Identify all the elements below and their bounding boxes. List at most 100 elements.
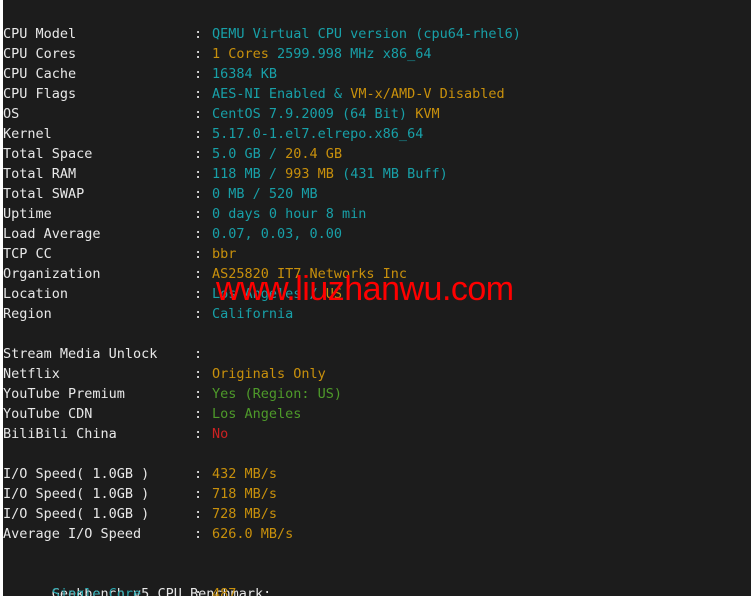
info-row-value: 0.07, 0.03, 0.00 xyxy=(212,224,342,244)
info-row-colon: : xyxy=(194,286,203,302)
info-row-colon: : xyxy=(194,306,203,322)
info-row-value: AS25820 IT7 Networks Inc xyxy=(212,264,407,284)
value-segment: 20.4 GB xyxy=(285,146,343,162)
info-row-label: I/O Speed( 1.0GB ) xyxy=(3,466,150,482)
separator-line: - - - - - - - - - - - - - - - - - - - - … xyxy=(3,544,751,564)
value-segment: AES-NI Enabled xyxy=(212,86,334,102)
info-row-value: Los Angeles xyxy=(212,404,301,424)
info-row: BiliBili China: No xyxy=(3,424,751,444)
info-row-label: CPU Flags xyxy=(3,86,77,102)
info-row-colon: : xyxy=(194,506,203,522)
info-row-label: TCP CC xyxy=(3,246,52,262)
info-row-label: Organization xyxy=(3,266,101,282)
info-row: CPU Cores:1 Cores 2599.998 MHz x86_64 xyxy=(3,44,751,64)
info-row-label: Single Core xyxy=(3,586,142,596)
info-row-colon: : xyxy=(194,406,203,422)
value-segment: / xyxy=(268,146,286,162)
info-row: OS: CentOS 7.9.2009 (64 Bit) KVM xyxy=(3,104,751,124)
value-segment: Los Angeles / xyxy=(212,286,326,302)
value-segment: KVM xyxy=(415,106,440,122)
info-row-label: BiliBili China xyxy=(3,426,117,442)
info-row-colon: : xyxy=(194,426,203,442)
info-row-colon: : xyxy=(194,246,203,262)
info-row-value: CentOS 7.9.2009 (64 Bit) KVM xyxy=(212,104,440,124)
info-row-label: Total RAM xyxy=(3,166,77,182)
info-row-value: 0 days 0 hour 8 min xyxy=(212,204,366,224)
info-row: I/O Speed( 1.0GB ):728 MB/s xyxy=(3,504,751,524)
value-segment: 118 MB / xyxy=(212,166,286,182)
info-row: YouTube CDN: Los Angeles xyxy=(3,404,751,424)
info-row-label: Location xyxy=(3,286,69,302)
value-segment: (431 MB Buff) xyxy=(342,166,448,182)
stream-media-block: Stream Media Unlock: Netflix: Originals On… xyxy=(3,344,751,444)
info-row-colon: : xyxy=(194,206,203,222)
value-segment: 1 Cores xyxy=(212,46,278,62)
info-row-colon: : xyxy=(194,466,203,482)
info-row: Region: California xyxy=(3,304,751,324)
value-segment: Originals Only xyxy=(212,366,326,382)
info-row: Netflix: Originals Only xyxy=(3,364,751,384)
info-row-colon: : xyxy=(194,226,203,242)
info-row: Single Core:487 xyxy=(3,584,751,596)
info-row-colon: : xyxy=(194,26,203,42)
info-row-value: 487 xyxy=(212,584,236,596)
info-row: Stream Media Unlock: xyxy=(3,344,751,364)
geekbench-block: Single Core:487 Multi Core:494 xyxy=(3,584,751,596)
info-row-value: QEMU Virtual CPU version (cpu64-rhel6) xyxy=(212,24,521,44)
value-segment: California xyxy=(212,306,294,322)
info-row-colon: : xyxy=(194,166,203,182)
info-row-colon: : xyxy=(194,146,203,162)
info-row-label: Uptime xyxy=(3,206,52,222)
value-segment: CentOS 7.9.2009 (64 Bit) xyxy=(212,106,416,122)
info-row-value: Originals Only xyxy=(212,364,326,384)
info-row-colon: : xyxy=(194,266,203,282)
info-row-colon: : xyxy=(194,66,203,82)
info-row-value: California xyxy=(212,304,293,324)
value-segment: 487 xyxy=(212,586,237,596)
info-row: Total SWAP:0 MB / 520 MB xyxy=(3,184,751,204)
info-row-value: 5.17.0-1.el7.elrepo.x86_64 xyxy=(212,124,423,144)
info-row-label: YouTube CDN xyxy=(3,406,93,422)
info-row-value: Yes (Region: US) xyxy=(212,384,342,404)
separator-line: - - - - - - - - - - - - - - - - - - - - … xyxy=(3,444,751,464)
info-row-label: OS xyxy=(3,106,20,122)
value-segment: 5.17.0-1.el7.elrepo.x86_64 xyxy=(212,126,424,142)
info-row: Uptime:0 days 0 hour 8 min xyxy=(3,204,751,224)
info-row-value: 718 MB/s xyxy=(212,484,277,504)
value-segment: 0 days 0 hour 8 min xyxy=(212,206,367,222)
value-segment: 626.0 MB/s xyxy=(212,526,294,542)
info-row-value: No xyxy=(212,424,228,444)
info-row-colon: : xyxy=(194,486,203,502)
info-row: I/O Speed( 1.0GB ):718 MB/s xyxy=(3,484,751,504)
info-row-colon: : xyxy=(194,46,203,62)
info-row-value: 118 MB / 993 MB (431 MB Buff) xyxy=(212,164,448,184)
info-row-label: Stream Media Unlock xyxy=(3,346,158,362)
info-row: Total Space:5.0 GB / 20.4 GB xyxy=(3,144,751,164)
info-row-value: 432 MB/s xyxy=(212,464,277,484)
info-row-label: Load Average xyxy=(3,226,101,242)
info-row-label: I/O Speed( 1.0GB ) xyxy=(3,486,150,502)
separator-line: - - - - - - - - - - - - - - - - - - - - … xyxy=(3,324,751,344)
info-row-colon: : xyxy=(194,86,203,102)
info-row-value: bbr xyxy=(212,244,236,264)
info-row: CPU Cache:16384 KB xyxy=(3,64,751,84)
value-segment: 0.07, 0.03, 0.00 xyxy=(212,226,343,242)
value-segment: 728 MB/s xyxy=(212,506,278,522)
info-row-value: 16384 KB xyxy=(212,64,277,84)
info-row: CPU Model: QEMU Virtual CPU version (cpu6… xyxy=(3,24,751,44)
info-row-label: Total Space xyxy=(3,146,93,162)
info-row-colon: : xyxy=(194,186,203,202)
value-segment: 16384 KB xyxy=(212,66,278,82)
info-row-value: Los Angeles / US xyxy=(212,284,342,304)
value-segment: Yes (Region: US) xyxy=(212,386,343,402)
geekbench-title-row: Geekbench v5 CPU Benchmark: xyxy=(3,564,751,596)
info-row-value: 728 MB/s xyxy=(212,504,277,524)
system-info-block: CPU Model: QEMU Virtual CPU version (cpu6… xyxy=(3,24,751,324)
value-segment: 2599.998 MHz x86_64 xyxy=(277,46,432,62)
value-segment: 993 MB xyxy=(285,166,343,182)
terminal-left-gutter xyxy=(0,0,3,596)
info-row-label: CPU Model xyxy=(3,26,77,42)
info-row: YouTube Premium: Yes (Region: US) xyxy=(3,384,751,404)
info-row: Total RAM:118 MB / 993 MB (431 MB Buff) xyxy=(3,164,751,184)
value-segment: No xyxy=(212,426,229,442)
